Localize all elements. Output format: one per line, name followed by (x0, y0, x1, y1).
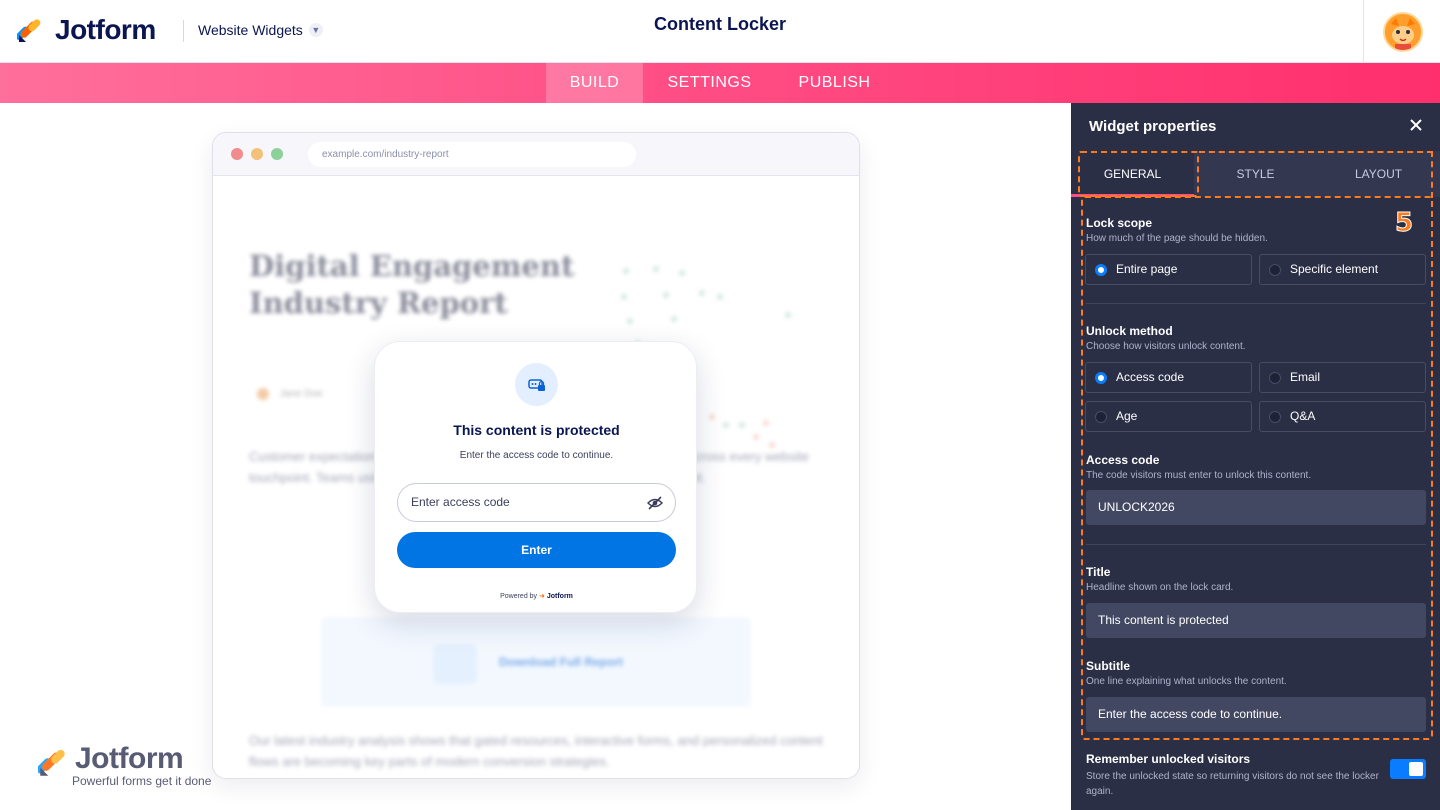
radio-icon (1269, 372, 1281, 384)
widget-properties-panel: Widget properties GENERAL STYLE LAYOUT L… (1071, 103, 1440, 810)
option-label: Access code (1116, 370, 1185, 384)
radio-icon (1269, 411, 1281, 423)
download-icon (433, 644, 477, 684)
remember-toggle[interactable] (1390, 759, 1426, 779)
maximize-dot (271, 148, 283, 160)
powered-brand: Jotform (546, 593, 573, 600)
lock-card-subtitle: Enter the access code to continue. (459, 450, 614, 461)
chevron-down-icon: ▼ (308, 23, 323, 37)
watermark-tagline: Powerful forms get it done (72, 774, 212, 788)
lock-scope-label: Lock scope (1086, 216, 1153, 230)
tab-build[interactable]: BUILD (546, 63, 643, 103)
option-label: Entire page (1116, 262, 1178, 276)
radio-selected-icon (1095, 372, 1107, 384)
jotform-logo-icon (15, 16, 45, 44)
download-box: Download Full Report (321, 617, 751, 707)
close-icon[interactable] (1409, 118, 1423, 132)
body-paragraph: Our latest industry analysis shows that … (249, 733, 823, 769)
access-code-label: Access code (1086, 453, 1160, 467)
radio-icon (1269, 264, 1281, 276)
tab-publish[interactable]: PUBLISH (781, 63, 888, 103)
jotform-mini-icon: ➜ (539, 593, 545, 600)
radio-icon (1095, 411, 1107, 423)
close-dot (231, 148, 243, 160)
lock-code-icon (515, 363, 558, 406)
remember-label: Remember unlocked visitors (1086, 752, 1251, 766)
lock-card: This content is protected Enter the acce… (374, 341, 697, 613)
cat-avatar-icon (1385, 14, 1421, 50)
access-code-field[interactable]: UNLOCK2026 (1086, 490, 1426, 525)
annotation-marker: 5 (1394, 208, 1414, 239)
option-specific-element[interactable]: Specific element (1259, 254, 1426, 285)
subtitle-field-label: Subtitle (1086, 659, 1130, 673)
header-divider (183, 20, 184, 42)
minimize-dot (251, 148, 263, 160)
option-label: Age (1116, 409, 1138, 423)
tab-layout[interactable]: LAYOUT (1317, 151, 1440, 197)
panel-tabs: GENERAL STYLE LAYOUT (1071, 151, 1440, 197)
workspace-select[interactable]: Website Widgets ▼ (198, 22, 323, 38)
option-label: Q&A (1290, 409, 1316, 423)
option-email[interactable]: Email (1259, 362, 1426, 393)
option-label: Email (1290, 370, 1321, 384)
divider (1086, 303, 1426, 304)
access-code-input[interactable]: Enter access code (397, 483, 676, 522)
author-avatar (257, 388, 269, 400)
workspace-select-label: Website Widgets (198, 22, 303, 38)
report-title-line-2: Industry Report (249, 286, 508, 320)
eye-off-icon[interactable] (647, 495, 663, 511)
option-entire-page[interactable]: Entire page (1085, 254, 1252, 285)
avatar-area (1363, 0, 1440, 63)
remember-desc: Store the unlocked state so returning vi… (1086, 771, 1379, 797)
url-bar: example.com/industry-report (308, 142, 636, 167)
tab-general[interactable]: GENERAL (1071, 151, 1194, 197)
report-title: Digital Engagement Industry Report (249, 248, 574, 322)
title-field[interactable]: This content is protected (1086, 603, 1426, 638)
avatar[interactable] (1383, 12, 1423, 52)
author-meta: Jane Doe (257, 388, 323, 400)
subtitle-field-desc: One line explaining what unlocks the con… (1086, 676, 1287, 687)
access-code-desc: The code visitors must enter to unlock t… (1086, 470, 1312, 481)
enter-button[interactable]: Enter (397, 532, 676, 568)
powered-by: Powered by ➜ Jotform (375, 592, 698, 600)
option-qa[interactable]: Q&A (1259, 401, 1426, 432)
watermark-logo-icon (38, 749, 65, 776)
panel-title: Widget properties (1089, 118, 1217, 135)
access-code-placeholder: Enter access code (411, 495, 510, 509)
lock-card-title: This content is protected (453, 422, 620, 438)
jotform-logo[interactable]: Jotform (15, 14, 156, 46)
report-title-line-1: Digital Engagement (249, 249, 575, 283)
watermark-brand: Jotform (75, 742, 184, 775)
powered-prefix: Powered by (500, 593, 538, 600)
unlock-method-desc: Choose how visitors unlock content. (1086, 341, 1246, 352)
divider (1086, 544, 1426, 545)
lock-scope-desc: How much of the page should be hidden. (1086, 233, 1268, 244)
builder-nav: BUILD SETTINGS PUBLISH (0, 63, 1440, 103)
top-header: Jotform Website Widgets ▼ Content Locker (0, 0, 1440, 63)
option-access-code[interactable]: Access code (1085, 362, 1252, 393)
browser-toolbar: example.com/industry-report (213, 133, 859, 176)
title-field-desc: Headline shown on the lock card. (1086, 582, 1234, 593)
toggle-knob (1409, 762, 1423, 776)
download-label: Download Full Report (499, 655, 623, 669)
panel-header: Widget properties (1071, 103, 1440, 151)
radio-selected-icon (1095, 264, 1107, 276)
logo-text: Jotform (55, 14, 156, 45)
tab-settings[interactable]: SETTINGS (652, 63, 767, 103)
author-name: Jane Doe (279, 388, 323, 400)
tab-style[interactable]: STYLE (1194, 151, 1317, 197)
subtitle-field[interactable]: Enter the access code to continue. (1086, 697, 1426, 732)
option-age[interactable]: Age (1085, 401, 1252, 432)
option-label: Specific element (1290, 262, 1379, 276)
title-field-label: Title (1086, 565, 1111, 579)
unlock-method-label: Unlock method (1086, 324, 1173, 338)
